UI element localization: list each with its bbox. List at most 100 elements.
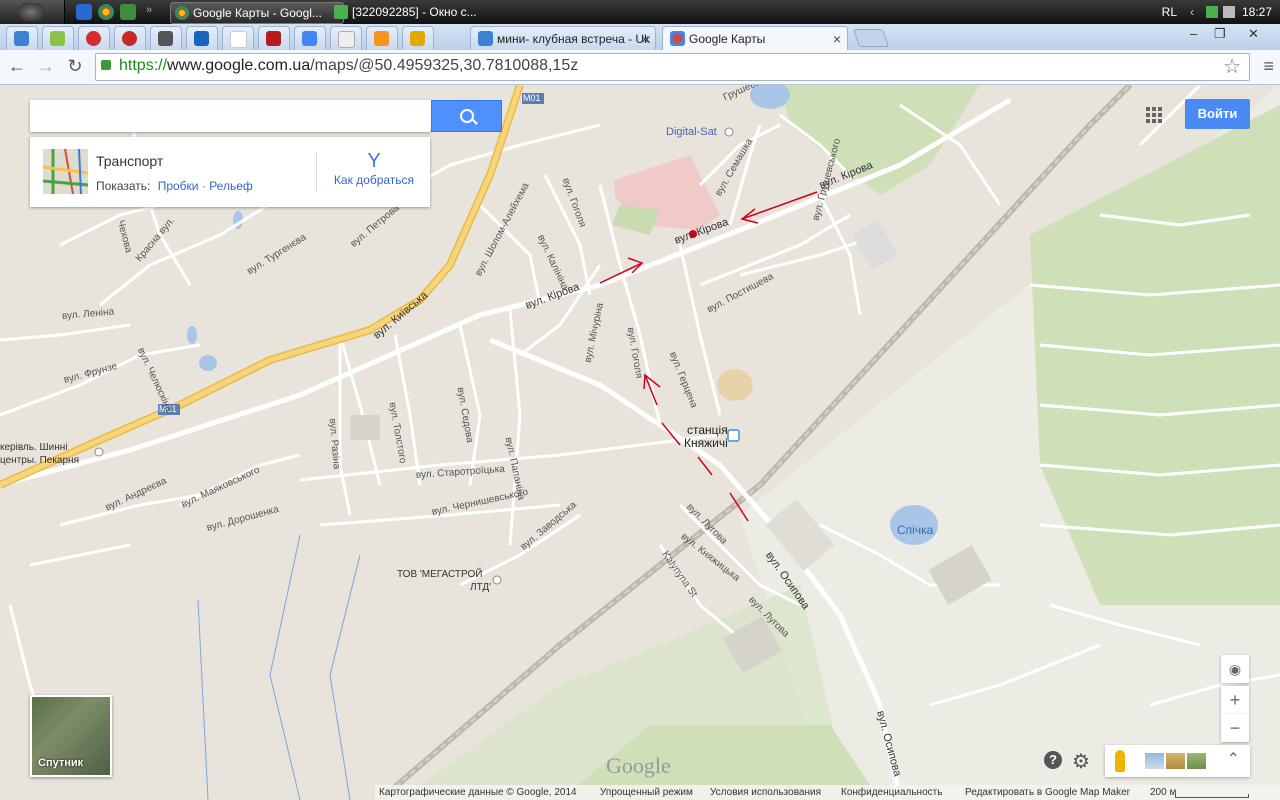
new-tab-button[interactable]	[852, 29, 890, 47]
pinned-tab[interactable]	[222, 26, 254, 51]
show-label: Показать:	[96, 179, 151, 193]
search-button[interactable]	[431, 100, 502, 132]
chevron-up-icon[interactable]: ⌃	[1227, 749, 1240, 769]
zoom-in-button[interactable]: +	[1221, 686, 1249, 714]
station-label[interactable]: станція	[687, 423, 728, 437]
address-bar[interactable]: https://www.google.com.ua/maps/@50.49593…	[95, 53, 1250, 81]
scale-bar	[1175, 794, 1249, 798]
network-icon[interactable]	[1206, 6, 1218, 18]
directions-button[interactable]: Y Как добраться	[330, 149, 418, 187]
language-indicator[interactable]: RL	[1162, 0, 1177, 24]
stop-favicon-icon	[86, 31, 101, 46]
taskbar-item-label: [322092285] - Окно с...	[352, 5, 477, 19]
photo-thumbnail[interactable]	[1187, 753, 1206, 769]
pinned-tab[interactable]	[186, 26, 218, 51]
pinned-tab[interactable]	[402, 26, 434, 51]
google-logo: Google	[606, 753, 671, 778]
minimize-icon[interactable]: –	[1190, 26, 1197, 41]
poi-label[interactable]: центры. Пекарня	[0, 455, 79, 466]
site-favicon-icon	[410, 31, 425, 46]
forward-icon[interactable]: →	[35, 56, 57, 77]
google-favicon-icon	[302, 31, 317, 46]
traffic-link[interactable]: Пробки	[158, 179, 199, 193]
chrome-quicklaunch-icon[interactable]	[98, 4, 114, 20]
taskbar-item-google-maps[interactable]: Google Карты - Googl...	[170, 2, 344, 24]
earth-thumbnail[interactable]	[1145, 753, 1164, 769]
gear-icon[interactable]: ⚙	[1072, 749, 1090, 774]
scale-label: 200 м	[1150, 787, 1177, 798]
mail-favicon-icon	[14, 31, 29, 46]
mail-favicon-icon	[478, 31, 493, 46]
pinned-tab[interactable]	[150, 26, 182, 51]
search-input[interactable]	[30, 100, 432, 130]
ok-favicon-icon	[374, 31, 389, 46]
map-footer: Картографические данные © Google, 2014 У…	[375, 785, 1280, 800]
close-tab-icon[interactable]: ×	[833, 27, 841, 50]
my-location-icon[interactable]: ◉	[1221, 655, 1249, 683]
panel-layer-links: Показать: Пробки · Рельеф	[96, 179, 253, 193]
imagery-thumbnail[interactable]	[1166, 753, 1185, 769]
pinned-tab[interactable]	[330, 26, 362, 51]
separator: ·	[201, 179, 206, 193]
close-tab-icon[interactable]: ×	[641, 27, 649, 50]
olx-favicon-icon	[230, 31, 247, 48]
satellite-toggle[interactable]: Спутник	[30, 695, 112, 777]
back-icon[interactable]: ←	[6, 56, 28, 77]
chrome-menu-icon[interactable]: ≡	[1263, 56, 1274, 77]
terms-link[interactable]: Условия использования	[710, 787, 821, 798]
map-canvas[interactable]: M01 M01 вул. Кірова вул. Кірова вул. Кір…	[0, 85, 1280, 800]
directions-fork-icon: Y	[367, 150, 381, 172]
browser-toolbar: ← → ↻ https://www.google.com.ua/maps/@50…	[0, 50, 1280, 85]
pinned-tab[interactable]	[294, 26, 326, 51]
pinned-tab[interactable]	[366, 26, 398, 51]
pinned-tab[interactable]	[42, 26, 74, 51]
copyright-text: Картографические данные © Google, 2014	[379, 787, 577, 798]
zoom-out-button[interactable]: −	[1221, 714, 1249, 742]
chevron-right-icon[interactable]: »	[146, 4, 162, 20]
apps-grid-icon[interactable]	[1146, 107, 1164, 125]
tab-google-maps[interactable]: Google Карты ×	[662, 26, 848, 50]
message-favicon-icon	[50, 31, 65, 46]
poi-label[interactable]: керівль. Шинні	[0, 442, 68, 453]
pinned-tab[interactable]	[78, 26, 110, 51]
close-window-icon[interactable]: ✕	[1248, 26, 1259, 42]
tab-club-meeting[interactable]: мини- клубная встреча - Uk ×	[470, 26, 656, 50]
privacy-link[interactable]: Конфиденциальность	[841, 787, 942, 798]
transit-thumbnail[interactable]	[43, 149, 88, 194]
windows-logo-icon	[18, 3, 44, 21]
pegman-icon[interactable]	[1115, 750, 1125, 772]
chat-window-icon	[334, 5, 348, 19]
pinned-tab[interactable]	[258, 26, 290, 51]
poi-label[interactable]: ЛТД'	[470, 582, 491, 593]
reload-icon[interactable]: ↻	[64, 56, 86, 77]
map-maker-link[interactable]: Редактировать в Google Map Maker	[965, 787, 1130, 798]
bookmark-star-icon[interactable]: ☆	[1223, 54, 1241, 79]
tab-label: мини- клубная встреча - Uk	[497, 32, 651, 46]
search-icon	[460, 109, 474, 123]
panel-title: Транспорт	[96, 153, 164, 169]
site-favicon-icon	[266, 31, 281, 46]
pinned-tab[interactable]	[6, 26, 38, 51]
transit-panel: Транспорт Показать: Пробки · Рельеф Y Ка…	[30, 137, 430, 207]
restore-icon[interactable]: ❐	[1214, 26, 1226, 42]
taskbar-item-window[interactable]: [322092285] - Окно с...	[330, 2, 497, 22]
volume-icon[interactable]	[1223, 6, 1235, 18]
chrome-icon	[175, 6, 189, 20]
poi-label[interactable]: ТОВ 'МЕГАСТРОЙ	[397, 569, 482, 580]
clock[interactable]: 18:27	[1242, 0, 1272, 24]
pinned-tab[interactable]	[114, 26, 146, 51]
app-quicklaunch-icon[interactable]	[120, 4, 136, 20]
ie-quicklaunch-icon[interactable]	[76, 4, 92, 20]
sign-in-button[interactable]: Войти	[1185, 99, 1250, 129]
tray-expand-icon[interactable]: ‹	[1190, 0, 1194, 24]
browser-tab-strip: мини- клубная встреча - Uk × Google Карт…	[0, 24, 1280, 51]
start-button[interactable]	[0, 0, 65, 24]
lite-mode-link[interactable]: Упрощенный режим	[600, 787, 693, 798]
search-box	[30, 100, 432, 132]
relief-link[interactable]: Рельеф	[209, 179, 253, 193]
station-label[interactable]: Княжичі	[684, 436, 728, 450]
poi-label[interactable]: Digital-Sat	[666, 126, 717, 138]
windows-taskbar: » Google Карты - Googl... [322092285] - …	[0, 0, 1280, 24]
help-icon[interactable]: ?	[1044, 751, 1062, 769]
url-text: https://www.google.com.ua/maps/@50.49593…	[119, 57, 579, 74]
